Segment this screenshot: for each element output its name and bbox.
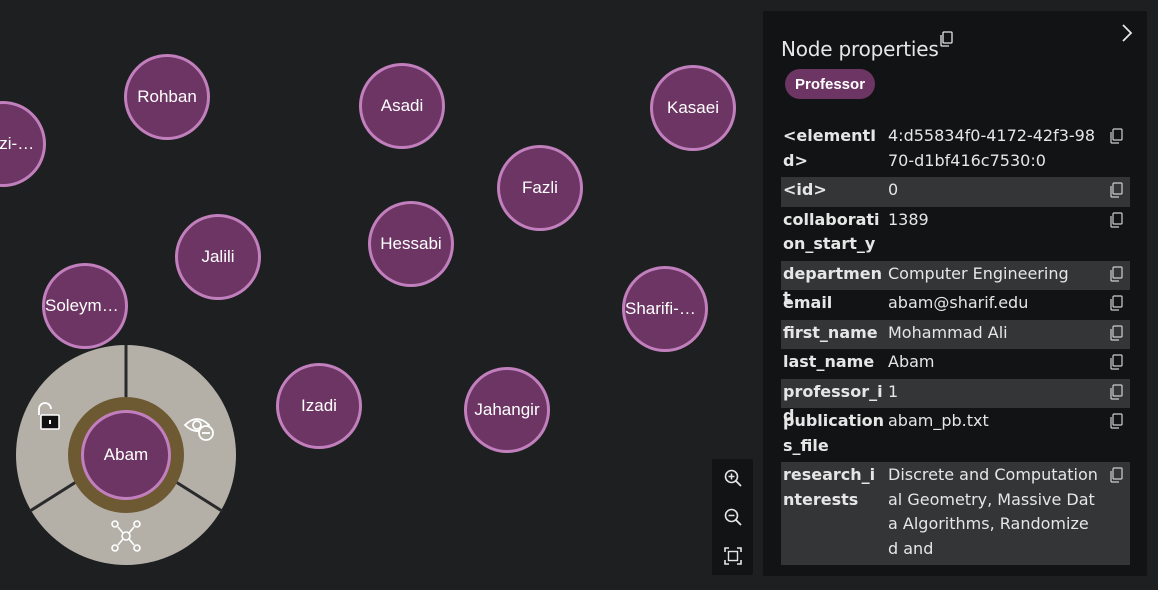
node-label: Hessabi <box>380 234 442 253</box>
node-label: azi-… <box>0 134 35 153</box>
copy-icon <box>1110 211 1123 228</box>
copy-icon <box>1110 467 1123 483</box>
property-row: research_interests Discrete and Computati… <box>781 462 1130 565</box>
copy-all-button[interactable] <box>939 31 953 51</box>
graph-node[interactable]: Jahangir <box>464 367 550 453</box>
property-value: Abam <box>888 352 935 371</box>
copy-property-button[interactable] <box>1109 353 1123 370</box>
node-label: Kasaei <box>667 98 719 117</box>
graph-node[interactable]: Soleyma… <box>42 263 128 349</box>
fit-to-screen-icon <box>723 546 742 565</box>
zoom-in-button[interactable] <box>718 463 748 493</box>
expand-relationships-button[interactable] <box>106 515 146 555</box>
property-row: collaboration_start_year1389 <box>781 207 1130 278</box>
property-key: first_name <box>783 322 878 342</box>
copy-property-button[interactable] <box>1109 127 1123 144</box>
property-row: first_name Mohammad Ali <box>781 319 1130 349</box>
zoom-controls <box>712 459 753 575</box>
copy-icon <box>1110 265 1123 282</box>
copy-property-button[interactable] <box>1109 324 1123 341</box>
zoom-in-icon <box>724 470 742 487</box>
property-value: 1 <box>888 381 899 401</box>
node-label: Jalili <box>201 247 235 266</box>
copy-icon <box>1110 128 1123 144</box>
copy-property-button[interactable] <box>1109 294 1123 311</box>
node-label: Jahangir <box>474 400 540 419</box>
copy-property-button[interactable] <box>1109 211 1123 228</box>
node-label: Izadi <box>301 396 337 415</box>
property-row: publications_file abam_pb.txt <box>781 408 1130 462</box>
collapse-panel-button[interactable] <box>1115 21 1139 45</box>
graph-node[interactable]: Asadi <box>359 63 445 149</box>
property-value: Mohammad Ali <box>888 322 1008 342</box>
zoom-out-button[interactable] <box>718 502 748 532</box>
unlock-button[interactable] <box>30 397 70 437</box>
property-value: abam@sharif.edu <box>888 293 1029 312</box>
hide-node-icon <box>183 418 214 441</box>
panel-title: Node properties <box>781 37 939 61</box>
property-value: Computer Engineering <box>888 263 1069 283</box>
graph-node[interactable]: Kasaei <box>650 65 736 151</box>
property-key: <id> <box>783 180 827 199</box>
copy-icon <box>1110 182 1123 198</box>
node-label: Sharifi-Z… <box>625 299 705 318</box>
graph-node[interactable]: Sharifi-Z… <box>622 266 708 352</box>
properties-table: <elementId> 4:d55834f0-4172-42f3-9870-d1b… <box>781 123 1130 565</box>
property-key: publications_file <box>783 411 885 455</box>
unlock-icon <box>38 402 60 430</box>
property-key: last_name <box>783 352 875 371</box>
property-row: <elementId> 4:d55834f0-4172-42f3-9870-d1b… <box>781 123 1130 177</box>
zoom-out-icon <box>724 508 742 526</box>
property-row: email abam@sharif.edu <box>781 290 1130 320</box>
node-label: Abam <box>103 445 149 464</box>
graph-node[interactable]: Jalili <box>175 214 261 300</box>
node-properties-panel: Node properties Professor <elementId> 4:d… <box>763 11 1147 576</box>
property-key: research_interests <box>783 465 876 509</box>
node-label: Fazli <box>522 178 558 197</box>
copy-icon <box>1110 354 1123 370</box>
graph-node[interactable]: Rohban <box>124 54 210 140</box>
property-value: 0 <box>888 180 899 199</box>
graph-node[interactable]: azi-… <box>0 101 46 187</box>
copy-icon <box>1110 324 1123 341</box>
copy-property-button[interactable] <box>1109 412 1123 429</box>
node-label: Asadi <box>380 96 424 115</box>
property-value: 4:d55834f0-4172-42f3-9870-d1bf416c7530:0 <box>888 126 1096 170</box>
property-key: email <box>783 293 833 312</box>
graph-node[interactable]: Fazli <box>497 145 583 231</box>
property-row: professor_id 1 <box>781 378 1130 425</box>
property-row: last_name Abam <box>781 349 1130 379</box>
hide-node-button[interactable] <box>179 407 219 447</box>
graph-node[interactable]: Hessabi <box>368 201 454 287</box>
copy-property-button[interactable] <box>1109 265 1123 282</box>
property-row: <id> 0 <box>781 177 1130 207</box>
property-value: Discrete and Computational Geometry, Mas… <box>888 465 1098 558</box>
property-row: department Computer Engineering <box>781 260 1130 307</box>
node-label-chip[interactable]: Professor <box>785 69 876 99</box>
property-key: <elementId> <box>783 126 877 170</box>
node-label: Soleyma… <box>45 296 125 315</box>
copy-icon <box>1110 295 1123 311</box>
focused-graph-node[interactable]: Abam <box>81 410 171 500</box>
property-value: 1389 <box>888 209 929 229</box>
node-label: Rohban <box>137 87 197 106</box>
graph-node[interactable]: Izadi <box>276 363 362 449</box>
copy-icon <box>1110 383 1123 400</box>
chevron-right-icon <box>1122 24 1133 42</box>
fit-to-screen-button[interactable] <box>718 541 748 571</box>
property-value: abam_pb.txt <box>888 411 989 430</box>
copy-icon <box>940 31 953 47</box>
expand-relationships-icon <box>111 520 141 552</box>
copy-property-button[interactable] <box>1109 383 1123 400</box>
copy-property-button[interactable] <box>1109 466 1123 483</box>
copy-icon <box>1110 413 1123 429</box>
copy-property-button[interactable] <box>1109 181 1123 198</box>
